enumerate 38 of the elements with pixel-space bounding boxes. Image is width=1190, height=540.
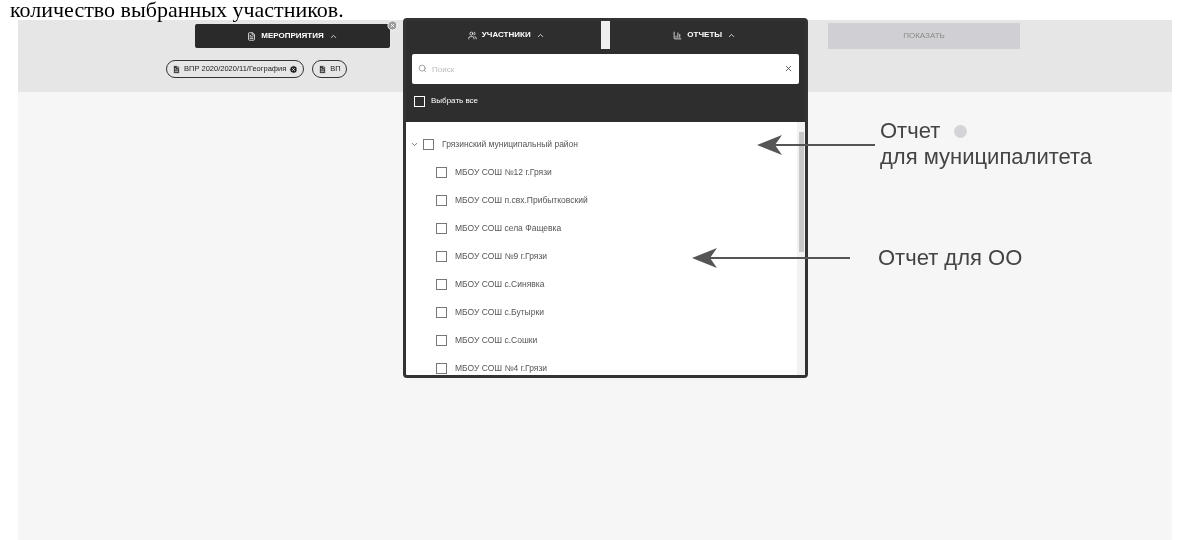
tree-item-label[interactable]: МБОУ СОШ №12 г.Грязи [455, 165, 552, 179]
reports-tab[interactable]: ОТЧЕТЫ [610, 21, 799, 49]
document-icon [318, 64, 328, 74]
checkbox[interactable] [436, 362, 447, 374]
tree-item-label[interactable]: МБОУ СОШ п.свх.Прибытковский [455, 193, 588, 207]
scrollbar[interactable] [797, 122, 805, 375]
checkbox[interactable] [436, 250, 447, 262]
checkbox[interactable] [436, 166, 447, 178]
tree-item-label[interactable]: МБОУ СОШ села Фащевка [455, 221, 562, 235]
annotation-text: Отчет [880, 118, 941, 144]
tree-item-label[interactable]: МБОУ СОШ №4 г.Грязи [455, 361, 548, 375]
document-icon [247, 31, 257, 41]
people-icon [467, 30, 477, 40]
caption-text: количество выбранных участников. [9, 0, 345, 20]
annotation-text: Отчет для ОО [878, 245, 1023, 271]
checkbox[interactable] [423, 138, 434, 150]
close-icon[interactable] [387, 19, 398, 31]
remove-icon[interactable] [289, 64, 299, 74]
checkbox[interactable] [436, 306, 447, 318]
document-icon [172, 64, 181, 74]
bar-chart-icon [673, 30, 683, 40]
checkbox[interactable] [436, 194, 447, 206]
checkbox[interactable] [436, 334, 447, 346]
participants-tab[interactable]: УЧАСТНИКИ [412, 21, 601, 49]
events-button[interactable]: МЕРОПРИЯТИЯ [195, 24, 390, 48]
annotation-text: для муниципалитета [880, 144, 1093, 170]
checkbox[interactable] [436, 222, 447, 234]
checkbox[interactable] [436, 278, 447, 290]
show-button: ПОКАЗАТЬ [828, 23, 1020, 49]
select-all-label[interactable]: Выбрать все [431, 95, 479, 107]
tree-item-label[interactable]: МБОУ СОШ с.Сошки [455, 333, 538, 347]
tree-item-label[interactable]: МБОУ СОШ с.Бутырки [455, 305, 544, 319]
clear-icon[interactable] [784, 64, 793, 73]
tree-item-label[interactable]: МБОУ СОШ с.Синявка [455, 277, 545, 291]
tree-item-label[interactable]: МБОУ СОШ №9 г.Грязи [455, 249, 548, 263]
search-field[interactable]: Поиск [412, 54, 799, 84]
search-icon [418, 64, 427, 73]
tree-item-label[interactable]: Грязинский муниципальный район [442, 137, 579, 151]
